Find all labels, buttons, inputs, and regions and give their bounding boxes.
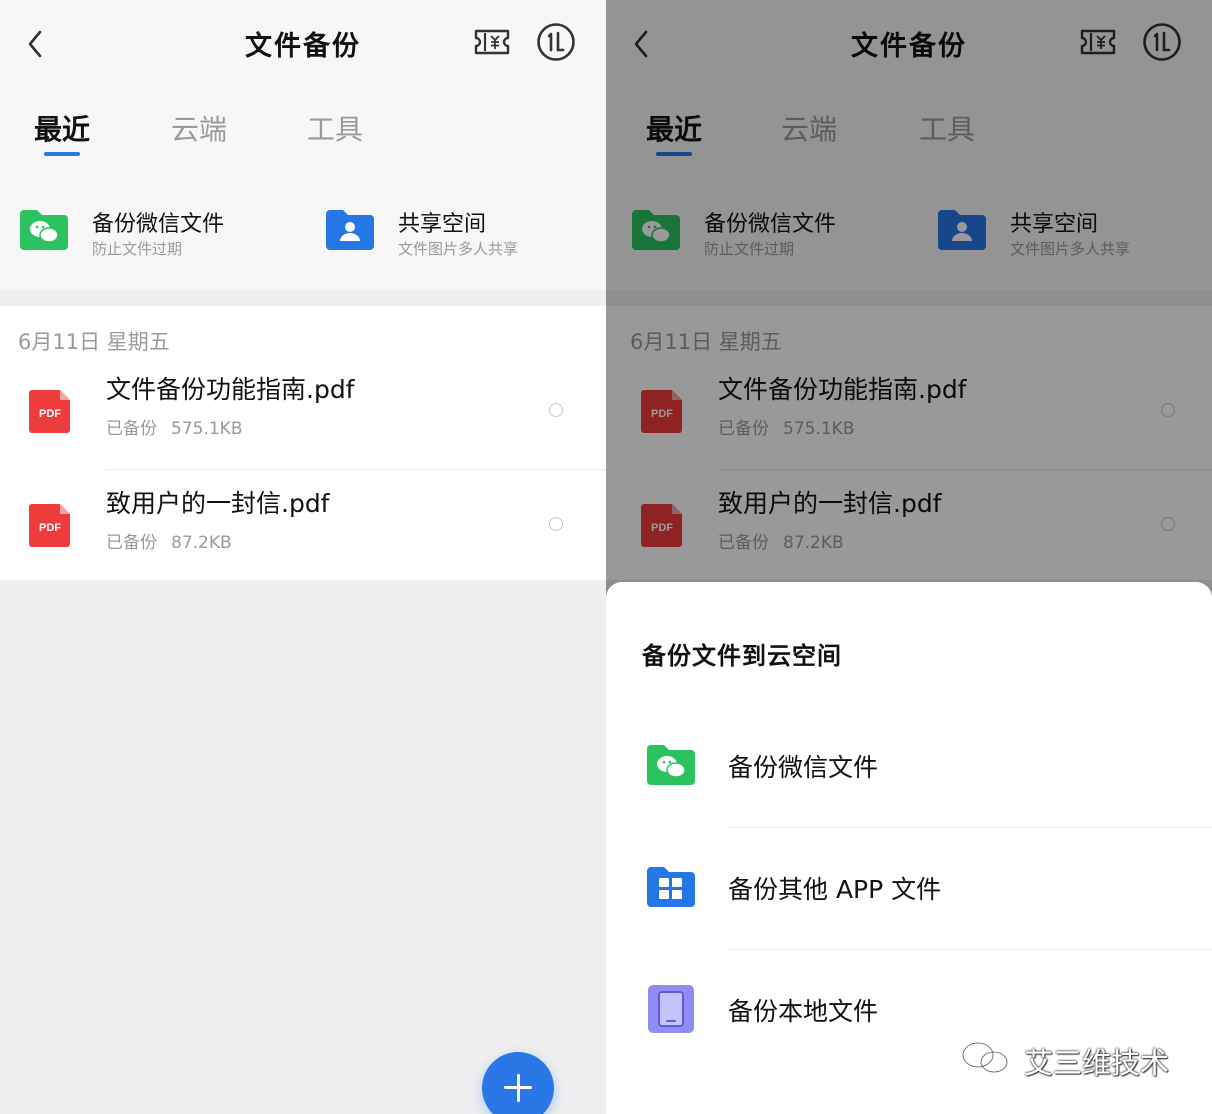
file-meta: 已备份 87.2KB bbox=[106, 528, 232, 553]
file-row[interactable]: PDF 文件备份功能指南.pdf 已备份 575.1KB bbox=[0, 358, 606, 470]
wechat-logo-icon bbox=[961, 1041, 1009, 1074]
add-button[interactable] bbox=[482, 1052, 554, 1114]
select-radio[interactable] bbox=[549, 517, 563, 531]
speed-circle-icon[interactable] bbox=[534, 20, 578, 64]
file-size: 575.1KB bbox=[171, 419, 243, 439]
select-radio[interactable] bbox=[549, 403, 563, 417]
app-grid-icon bbox=[647, 867, 695, 907]
quick-action-title: 备份微信文件 bbox=[92, 212, 225, 237]
file-name: 致用户的一封信.pdf bbox=[106, 489, 330, 518]
quick-action-subtitle: 文件图片多人共享 bbox=[398, 240, 519, 258]
recent-file-list: 6月11日 星期五 PDF 文件备份功能指南.pdf 已备份 575.1KB PD… bbox=[0, 306, 606, 580]
file-row[interactable]: PDF 致用户的一封信.pdf 已备份 87.2KB bbox=[0, 472, 606, 584]
pdf-icon: PDF bbox=[29, 504, 70, 547]
sheet-divider bbox=[728, 827, 1212, 828]
active-tab-indicator bbox=[44, 152, 80, 156]
backup-wechat-card[interactable]: 备份微信文件 防止文件过期 bbox=[18, 200, 278, 264]
ticket-icon[interactable] bbox=[470, 20, 514, 64]
svg-text:PDF: PDF bbox=[39, 408, 61, 420]
file-size: 87.2KB bbox=[171, 533, 232, 553]
wechat-folder-icon bbox=[20, 210, 68, 250]
file-name: 文件备份功能指南.pdf bbox=[106, 375, 355, 404]
file-backup-screen-with-sheet: 文件备份 最近 云端 工具 备份微信文件 防止文件过期 共享空间 文件图片多人共… bbox=[606, 0, 1212, 1114]
shared-folder-icon bbox=[326, 210, 374, 250]
file-backup-screen: 文件备份 最近 云端 工具 备份微信文件 防止文件过期 共享空间 文件图片多人共… bbox=[0, 0, 606, 1114]
top-panel: 文件备份 最近 云端 工具 备份微信文件 防止文件过期 共享空间 文件图片多人共… bbox=[0, 0, 606, 290]
shared-space-card[interactable]: 共享空间 文件图片多人共享 bbox=[324, 200, 584, 264]
tab-cloud[interactable]: 云端 bbox=[171, 108, 227, 148]
page-title: 文件备份 bbox=[245, 31, 361, 62]
sheet-divider bbox=[728, 949, 1212, 950]
sheet-item-label: 备份本地文件 bbox=[728, 997, 879, 1026]
row-divider bbox=[106, 469, 606, 470]
file-status: 已备份 bbox=[106, 419, 157, 439]
sheet-item-backup-other-app[interactable]: 备份其他 APP 文件 bbox=[606, 832, 1212, 942]
svg-text:PDF: PDF bbox=[39, 522, 61, 534]
date-header: 6月11日 星期五 bbox=[18, 330, 170, 354]
sheet-title: 备份文件到云空间 bbox=[642, 642, 842, 670]
sheet-item-label: 备份微信文件 bbox=[728, 753, 879, 782]
sheet-item-label: 备份其他 APP 文件 bbox=[728, 875, 942, 904]
quick-action-title: 共享空间 bbox=[398, 212, 487, 237]
backup-bottom-sheet: 备份文件到云空间 备份微信文件 备份其他 APP 文件 备份本地文件 bbox=[606, 582, 1212, 1114]
quick-action-subtitle: 防止文件过期 bbox=[92, 240, 183, 258]
watermark-text: 艾三维技术 bbox=[1024, 1046, 1170, 1080]
file-status: 已备份 bbox=[106, 533, 157, 553]
file-meta: 已备份 575.1KB bbox=[106, 414, 242, 439]
phone-icon bbox=[648, 985, 694, 1033]
tab-tools[interactable]: 工具 bbox=[307, 108, 363, 148]
wechat-folder-icon bbox=[647, 745, 695, 785]
tab-recent[interactable]: 最近 bbox=[34, 108, 90, 148]
pdf-icon: PDF bbox=[29, 390, 70, 433]
sheet-item-backup-wechat[interactable]: 备份微信文件 bbox=[606, 710, 1212, 820]
